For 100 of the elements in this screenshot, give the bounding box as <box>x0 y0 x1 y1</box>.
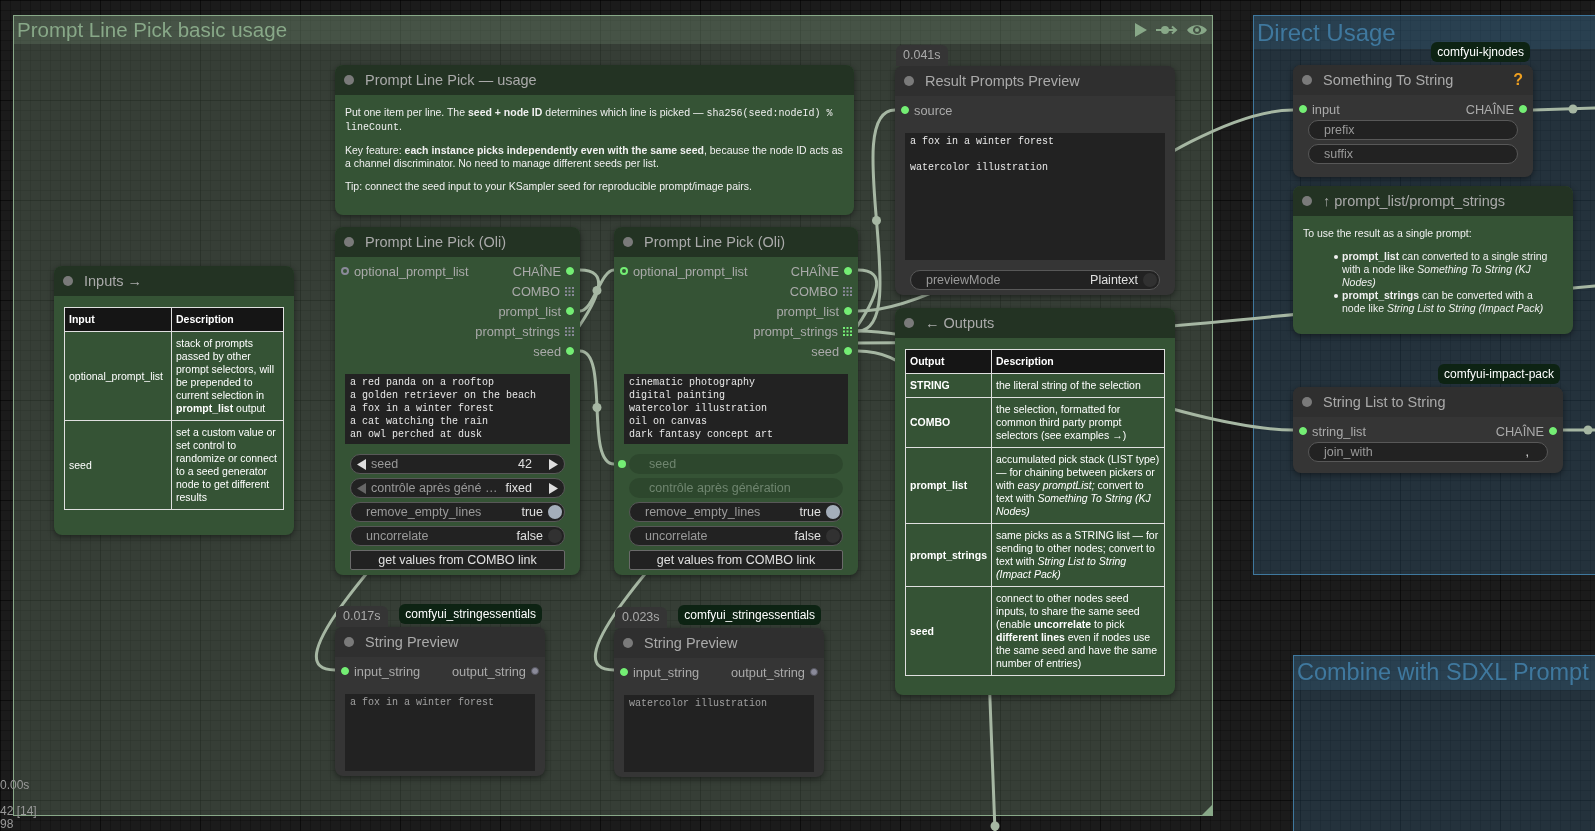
output-slot-label: COMBO <box>511 283 560 299</box>
text-field[interactable]: join_with , <box>1308 442 1548 462</box>
right-arrow-icon[interactable] <box>549 458 558 470</box>
output-slot-label: output_string <box>731 664 805 680</box>
table-cell: the selection, formatted for common third party prompt selectors (see examples →) <box>991 397 1165 448</box>
execution-time-label: 0.023s <box>615 607 667 628</box>
text-area[interactable]: watercolor illustration <box>624 695 814 772</box>
text-area[interactable]: a red panda on a rooftop a golden retriever on the beach a fox in a winter forest a cat watching the rain an owl perched at dusk <box>345 374 570 444</box>
left-arrow-icon[interactable] <box>357 458 366 470</box>
output-slot-label: prompt_list <box>776 303 839 319</box>
output-dot-icon[interactable] <box>531 667 539 675</box>
collapse-dot-icon[interactable] <box>344 637 354 647</box>
collapse-dot-icon[interactable] <box>344 237 354 247</box>
wire-dot-icon[interactable] <box>990 821 1000 831</box>
output-slot-label: CHAÎNE <box>512 263 561 279</box>
note-paragraph: Key feature: each instance picks independently even with the same seed, because the node ID acts as a channel discriminator. No need to manage different seeds per list. <box>345 144 844 170</box>
input-dot-icon[interactable] <box>341 267 349 275</box>
toggle-knob-icon[interactable] <box>826 529 840 543</box>
dropdown-field[interactable]: contrôle après géné … fixed <box>350 478 565 498</box>
note-list-item: prompt_strings can be converted with a node like String List to String (Impact Pack) <box>1342 289 1545 315</box>
bullet-icon <box>1334 255 1338 259</box>
collapse-dot-icon[interactable] <box>63 276 73 286</box>
text-field[interactable]: prefix <box>1308 120 1518 140</box>
play-icon[interactable] <box>1134 22 1148 38</box>
grid-slot-icon[interactable] <box>565 326 574 336</box>
table-cell: seed <box>64 420 172 510</box>
toggle-field[interactable]: uncorrelate false <box>350 526 565 546</box>
collapse-dot-icon[interactable] <box>1302 397 1312 407</box>
table-cell: same picks as a STRING list — for sending to other nodes; convert to text with String List to String (Impact Pack) <box>991 523 1165 587</box>
eye-icon[interactable] <box>1186 23 1208 37</box>
note-paragraph: To use the result as a single prompt: <box>1303 227 1473 240</box>
wire-dot-icon[interactable] <box>592 286 602 295</box>
text-field[interactable]: suffix <box>1308 144 1518 164</box>
output-slot-label: prompt_list <box>498 303 561 319</box>
node-header[interactable]: Result Prompts Preview <box>895 66 1175 96</box>
toggle-field[interactable]: remove_empty_lines true <box>350 502 565 522</box>
number-field[interactable]: seed 42 <box>350 454 565 474</box>
node-header[interactable]: String List to String <box>1293 387 1563 417</box>
wire-dot-icon[interactable] <box>1568 104 1578 114</box>
node-header[interactable]: ← Outputs <box>895 308 1175 338</box>
bullet-icon <box>1334 294 1338 298</box>
text-area[interactable]: a fox in a winter forest <box>345 694 535 771</box>
right-arrow-icon[interactable] <box>549 482 558 494</box>
action-button[interactable]: get values from COMBO link <box>629 550 843 570</box>
help-mark[interactable]: ? <box>1513 72 1523 88</box>
toggle-knob-icon[interactable] <box>548 529 562 543</box>
table-cell: optional_prompt_list <box>64 331 172 421</box>
collapse-dot-icon[interactable] <box>904 76 914 86</box>
table-cell: accumulated pick stack (LIST type) — for chaining between pickers or with easy promptList; convert to text with Something To String (KJ Nodes) <box>991 447 1165 524</box>
collapse-dot-icon[interactable] <box>344 75 354 85</box>
node-header[interactable]: Prompt Line Pick — usage <box>335 65 854 95</box>
text-area[interactable]: a fox in a winter forest watercolor illustration <box>905 133 1165 260</box>
table-cell: COMBO <box>905 397 992 448</box>
grid-slot-icon[interactable] <box>565 286 574 296</box>
grid-slot-icon[interactable] <box>843 326 852 336</box>
toggle-field[interactable]: remove_empty_lines true <box>629 502 843 522</box>
toggle-knob-icon[interactable] <box>826 505 840 519</box>
column-header: Output <box>905 349 992 374</box>
collapse-dot-icon[interactable] <box>1302 75 1312 85</box>
wire-dot-icon[interactable] <box>872 216 881 225</box>
toggle-field[interactable]: previewMode Plaintext <box>910 270 1160 290</box>
output-slot-label: output_string <box>452 663 526 679</box>
table-cell: stack of prompts passed by other prompt selectors, will be prepended to current selection in prompt_list output <box>171 331 284 421</box>
resize-handle-icon[interactable] <box>1202 805 1212 815</box>
toggle-knob-icon[interactable] <box>548 505 562 519</box>
wire-dot-icon[interactable] <box>592 403 602 412</box>
node-title: String Preview <box>365 634 460 650</box>
collapse-dot-icon[interactable] <box>1302 196 1312 206</box>
node-title: String List to String <box>1323 394 1447 410</box>
output-dot-icon[interactable] <box>810 668 818 676</box>
node-header[interactable]: Prompt Line Pick (Oli) <box>335 227 580 257</box>
note-paragraph: Tip: connect the seed input to your KSampler seed for reproducible prompt/image pairs. <box>345 180 753 193</box>
grid-slot-icon[interactable] <box>843 286 852 296</box>
text-area[interactable]: cinematic photography digital painting watercolor illustration oil on canvas dark fantasy concept art <box>624 374 848 444</box>
node-header[interactable]: String Preview <box>614 628 824 658</box>
output-slot-label: seed <box>811 343 839 359</box>
node-header[interactable]: String Preview <box>335 627 545 657</box>
toggle-knob-icon[interactable] <box>1143 273 1157 287</box>
node-header[interactable]: ↑ prompt_list/prompt_strings <box>1293 186 1573 216</box>
column-header: Description <box>991 349 1165 374</box>
node-pack-label: comfyui_stringessentials <box>399 604 542 624</box>
collapse-dot-icon[interactable] <box>623 237 633 247</box>
wire-dot-icon[interactable] <box>1583 425 1593 435</box>
output-slot-label: CHAÎNE <box>1495 423 1544 439</box>
toggle-field[interactable]: uncorrelate false <box>629 526 843 546</box>
input-slot-label: source <box>914 102 953 118</box>
table-cell: seed <box>905 586 992 676</box>
table-cell: prompt_strings <box>905 523 992 587</box>
collapse-dot-icon[interactable] <box>623 638 633 648</box>
dot-arrow-icon[interactable] <box>1156 25 1178 35</box>
node-title: Something To String <box>1323 72 1455 88</box>
node-header[interactable]: Prompt Line Pick (Oli) <box>614 227 858 257</box>
node-title: String Preview <box>644 635 739 651</box>
node-header[interactable]: Something To String ? <box>1293 65 1533 95</box>
node-header[interactable]: Inputs → <box>54 266 294 296</box>
table-cell: the literal string of the selection <box>991 373 1165 398</box>
action-button[interactable]: get values from COMBO link <box>350 550 565 570</box>
canvas-stat-text: 98 <box>0 818 15 831</box>
collapse-dot-icon[interactable] <box>904 318 914 328</box>
output-slot-label: COMBO <box>789 283 838 299</box>
